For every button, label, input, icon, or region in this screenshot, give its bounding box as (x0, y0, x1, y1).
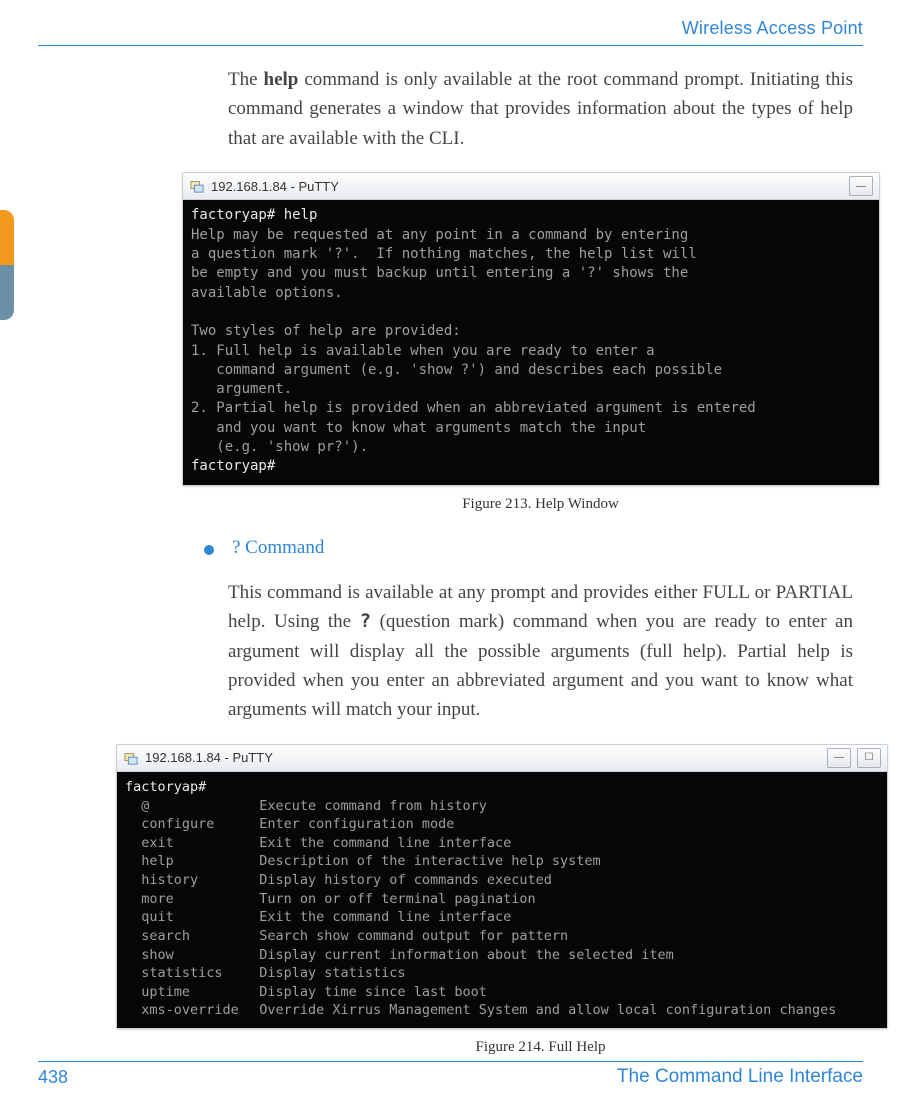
minimize-button[interactable]: — (827, 748, 851, 768)
terminal-title: 192.168.1.84 - PuTTY (211, 179, 339, 194)
intro-paragraph: The help command is only available at th… (228, 65, 853, 153)
terminal2-title: 192.168.1.84 - PuTTY (145, 750, 273, 765)
figure-caption-214: Figure 214. Full Help (228, 1039, 853, 1056)
footer-rule (38, 1061, 863, 1062)
maximize-button[interactable]: ☐ (857, 748, 881, 768)
bullet-title: ? Command (232, 537, 324, 559)
minimize-button[interactable]: — (849, 176, 873, 196)
intro-pre: The (228, 69, 264, 90)
para2-code: ? (360, 610, 371, 632)
putty-icon (189, 178, 205, 194)
intro-post: command is only available at the root co… (228, 69, 853, 149)
thumb-tab (0, 210, 14, 320)
terminal-help-window: 192.168.1.84 - PuTTY — factoryap# help H… (182, 172, 880, 485)
page-number: 438 (38, 1067, 68, 1088)
putty-icon (123, 750, 139, 766)
terminal-output: factoryap# help Help may be requested at… (183, 200, 879, 484)
bullet-dot-icon (204, 545, 214, 555)
figure-caption-213: Figure 213. Help Window (228, 496, 853, 513)
running-header: Wireless Access Point (38, 18, 863, 39)
terminal-titlebar: 192.168.1.84 - PuTTY — (183, 173, 879, 200)
bullet-q-command: ? Command (204, 537, 853, 559)
footer-section: The Command Line Interface (617, 1066, 863, 1088)
q-command-paragraph: This command is available at any prompt … (228, 578, 853, 725)
terminal2-titlebar: 192.168.1.84 - PuTTY — ☐ (117, 745, 887, 772)
terminal-full-help: 192.168.1.84 - PuTTY — ☐ factoryap# @Exe… (116, 744, 888, 1029)
terminal2-output: factoryap# @Execute command from history… (117, 772, 887, 1028)
intro-bold: help (264, 69, 299, 90)
header-rule (38, 45, 863, 46)
